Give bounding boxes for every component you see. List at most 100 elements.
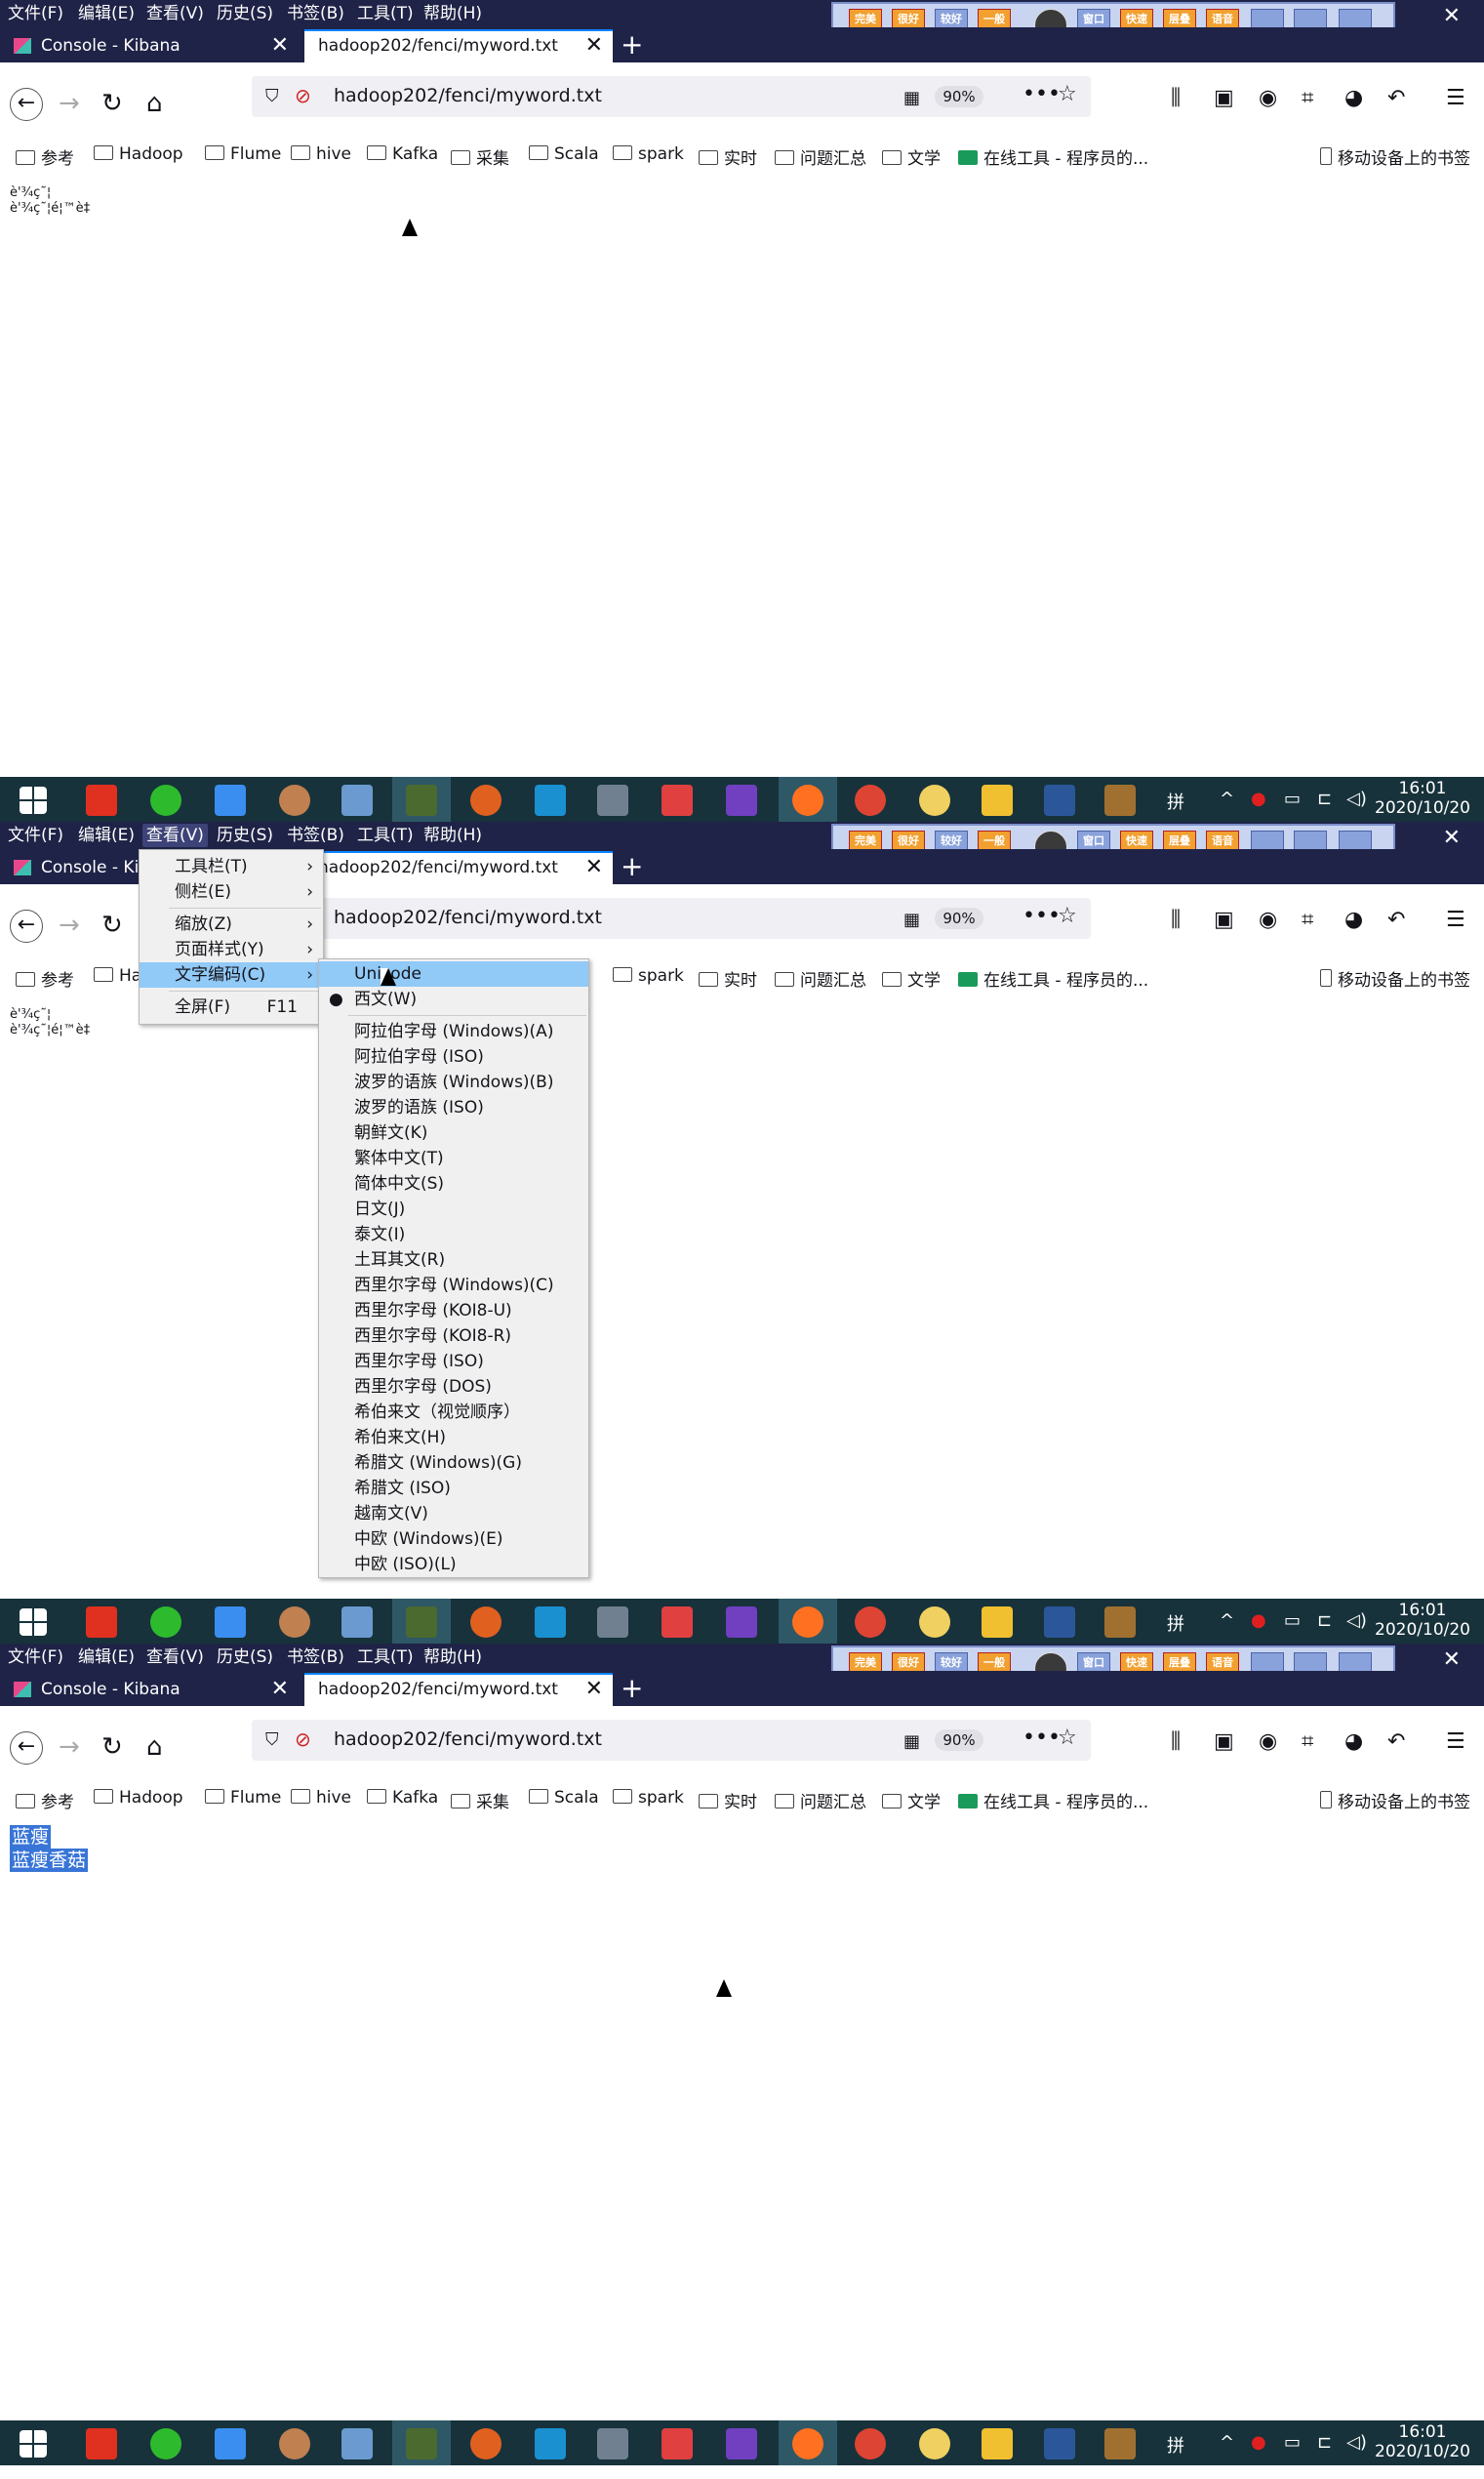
encoding-item[interactable]: 中欧 (ISO)(L): [319, 1552, 588, 1577]
tab-kibana[interactable]: Console - Kibana ✕: [6, 29, 299, 62]
zoom-level[interactable]: 90%: [935, 1729, 983, 1751]
bookmark-tool[interactable]: 在线工具 - 程序员的...: [958, 144, 1148, 169]
bookmark-folder[interactable]: Scala: [529, 1788, 599, 1808]
app-icon[interactable]: [662, 785, 693, 816]
bookmark-folder[interactable]: spark: [613, 1788, 684, 1808]
app-icon[interactable]: [1104, 785, 1136, 816]
forward-icon[interactable]: →: [59, 1733, 80, 1761]
menu-help[interactable]: 帮助(H): [420, 824, 486, 847]
view-menu-zoom[interactable]: 缩放(Z) ›: [140, 912, 323, 937]
bookmark-folder[interactable]: 采集: [451, 144, 509, 169]
avatar-app-icon[interactable]: [279, 785, 310, 816]
bookmark-folder[interactable]: 参考: [16, 144, 74, 169]
bookmark-tool[interactable]: 在线工具 - 程序员的...: [958, 1788, 1148, 1812]
chrome-icon[interactable]: [855, 2428, 886, 2459]
file-explorer-icon[interactable]: [982, 785, 1013, 816]
undo-icon[interactable]: ↶: [1387, 908, 1405, 932]
url-bar[interactable]: ⛉ ⊘ hadoop202/fenci/myword.txt ▦ 90% •••…: [252, 898, 1091, 939]
encoding-item[interactable]: 繁体中文(T): [319, 1146, 588, 1171]
network-icon[interactable]: ⊏: [1317, 2432, 1332, 2453]
back-icon[interactable]: ←: [10, 1731, 43, 1765]
home-icon[interactable]: ⌂: [146, 90, 163, 117]
ime-indicator[interactable]: 拼: [1167, 2432, 1184, 2458]
volume-icon[interactable]: ◁): [1346, 1610, 1367, 1631]
menu-tools[interactable]: 工具(T): [353, 824, 418, 847]
tab-myword[interactable]: hadoop202/fenci/myword.txt ✕: [304, 29, 613, 62]
view-menu-sidebar[interactable]: 侧栏(E) ›: [140, 879, 323, 905]
undo-icon[interactable]: ↶: [1387, 1729, 1405, 1754]
app-icon[interactable]: [919, 2428, 950, 2459]
bookmark-folder[interactable]: 问题汇总: [775, 1788, 866, 1812]
tab-myword[interactable]: hadoop202/fenci/myword.txt ✕: [304, 851, 613, 884]
bookmark-folder[interactable]: 参考: [16, 966, 74, 991]
shield-icon[interactable]: ⛉: [265, 86, 279, 106]
more-actions-icon[interactable]: •••: [1023, 82, 1061, 106]
qr-code-icon[interactable]: ▦: [903, 88, 920, 108]
intellij-icon[interactable]: [726, 1606, 757, 1638]
screenshot-icon[interactable]: ⌗: [1302, 1729, 1313, 1754]
more-actions-icon[interactable]: •••: [1023, 1726, 1061, 1750]
network-icon[interactable]: ⊏: [1317, 789, 1332, 809]
battery-icon[interactable]: ▭: [1284, 2432, 1301, 2453]
zoom-level[interactable]: 90%: [935, 908, 983, 929]
bookmark-folder[interactable]: 实时: [699, 966, 757, 991]
volume-icon[interactable]: ◁): [1346, 789, 1367, 809]
reload-icon[interactable]: ↻: [101, 1733, 123, 1761]
wechat-icon[interactable]: [150, 785, 181, 816]
menu-bookmarks[interactable]: 书签(B): [283, 824, 348, 847]
encoding-item[interactable]: 阿拉伯字母 (Windows)(A): [319, 1019, 588, 1044]
reload-icon[interactable]: ↻: [101, 912, 123, 939]
qr-code-icon[interactable]: ▦: [903, 910, 920, 930]
window-close-button[interactable]: ✕: [1443, 826, 1461, 850]
bookmark-folder[interactable]: 实时: [699, 144, 757, 169]
insecure-lock-icon[interactable]: ⊘: [295, 1727, 311, 1751]
bookmark-folder[interactable]: Scala: [529, 144, 599, 164]
bookmark-folder[interactable]: Kafka: [367, 1788, 438, 1808]
chevron-up-icon[interactable]: ^: [1220, 2432, 1234, 2453]
view-menu-page-style[interactable]: 页面样式(Y) ›: [140, 937, 323, 962]
bookmark-folder[interactable]: Hadoop: [94, 144, 183, 164]
bookmark-mobile[interactable]: 移动设备上的书签: [1320, 144, 1470, 169]
url-bar[interactable]: ⛉ ⊘ hadoop202/fenci/myword.txt ▦ 90% •••…: [252, 1720, 1091, 1761]
hamburger-menu-icon[interactable]: ☰: [1446, 908, 1465, 932]
back-icon[interactable]: ←: [10, 88, 43, 121]
battery-icon[interactable]: ▭: [1284, 1610, 1301, 1631]
encoding-item[interactable]: 西里尔字母 (KOI8-U): [319, 1298, 588, 1323]
screenshot-icon[interactable]: ⌗: [1302, 908, 1313, 932]
menu-bookmarks[interactable]: 书签(B): [283, 2, 348, 25]
bookmark-mobile[interactable]: 移动设备上的书签: [1320, 966, 1470, 991]
bookmark-folder[interactable]: spark: [613, 144, 684, 164]
encoding-item[interactable]: 西里尔字母 (Windows)(C): [319, 1273, 588, 1298]
menu-view[interactable]: 查看(V): [142, 1646, 208, 1669]
bookmark-folder[interactable]: spark: [613, 966, 684, 986]
menu-history[interactable]: 历史(S): [213, 1646, 277, 1669]
youdao-icon[interactable]: [86, 2428, 117, 2459]
shield-icon[interactable]: ⛉: [265, 1729, 279, 1750]
app-icon[interactable]: [919, 1606, 950, 1638]
reload-icon[interactable]: ↻: [101, 90, 123, 117]
encoding-item[interactable]: 希伯来文(H): [319, 1425, 588, 1450]
baidu-netdisk-icon[interactable]: [215, 2428, 246, 2459]
bookmark-folder[interactable]: Hadoop: [94, 1788, 183, 1808]
menu-help[interactable]: 帮助(H): [420, 1646, 486, 1669]
bookmark-mobile[interactable]: 移动设备上的书签: [1320, 1788, 1470, 1812]
bookmark-folder[interactable]: 实时: [699, 1788, 757, 1812]
bookmark-folder[interactable]: 采集: [451, 1788, 509, 1812]
encoding-item[interactable]: 西里尔字母 (KOI8-R): [319, 1323, 588, 1349]
account-icon[interactable]: ◉: [1259, 908, 1277, 932]
insecure-lock-icon[interactable]: ⊘: [295, 84, 311, 107]
bookmark-folder[interactable]: 文学: [882, 966, 941, 991]
menu-help[interactable]: 帮助(H): [420, 2, 486, 25]
close-icon[interactable]: ✕: [271, 29, 289, 62]
window-close-button[interactable]: ✕: [1443, 4, 1461, 28]
search-app-icon[interactable]: [341, 2428, 373, 2459]
app-icon[interactable]: [1104, 2428, 1136, 2459]
windows-start-icon[interactable]: [20, 2430, 47, 2458]
menu-file[interactable]: 文件(F): [4, 2, 67, 25]
new-tab-button[interactable]: +: [621, 1673, 643, 1704]
encoding-item[interactable]: 希伯来文（视觉顺序）: [319, 1400, 588, 1425]
forward-icon[interactable]: →: [59, 90, 80, 117]
bookmark-folder[interactable]: Flume: [205, 1788, 281, 1808]
app-icon[interactable]: [597, 2428, 628, 2459]
library-icon[interactable]: ⫼: [1171, 908, 1181, 932]
